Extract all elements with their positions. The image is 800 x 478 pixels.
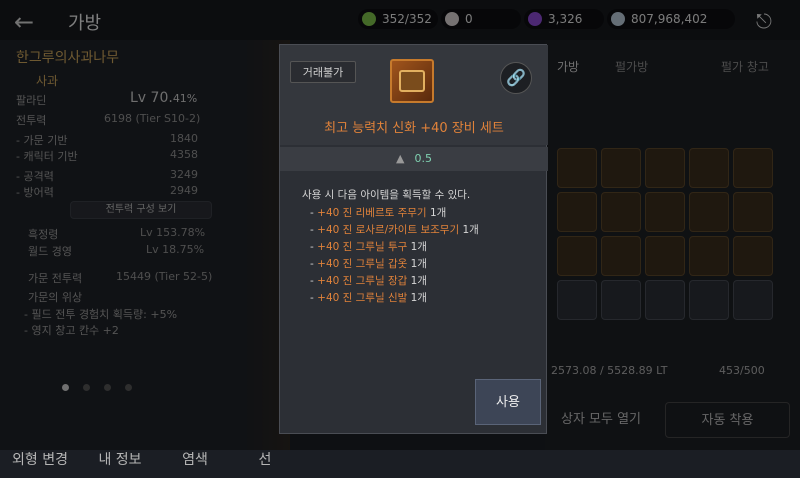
reward-item: - +40 진 리베르토 주무기 1개 bbox=[310, 207, 447, 219]
item-description: 사용 시 다음 아이템을 획득할 수 있다. bbox=[302, 189, 471, 201]
reward-item: - +40 진 그루닐 장갑 1개 bbox=[310, 275, 427, 287]
item-tooltip: 거래불가 🔗 최고 능력치 신화 +40 장비 세트 ▲ 0.5 사용 시 다음 … bbox=[279, 44, 548, 434]
reward-item: - +40 진 그루닐 투구 1개 bbox=[310, 241, 427, 253]
use-button[interactable]: 사용 bbox=[475, 379, 541, 425]
treasure-chest-icon bbox=[390, 59, 434, 103]
untradeable-tag: 거래불가 bbox=[290, 61, 356, 83]
item-name: 최고 능력치 신화 +40 장비 세트 bbox=[324, 121, 504, 136]
item-weight: ▲ 0.5 bbox=[280, 147, 548, 171]
reward-item: - +40 진 그루닐 갑옷 1개 bbox=[310, 258, 427, 270]
weight-icon: ▲ bbox=[396, 152, 405, 165]
reward-item: - +40 진 그루닐 신발 1개 bbox=[310, 292, 427, 304]
reward-item: - +40 진 로사르/카이트 보조무기 1개 bbox=[310, 224, 479, 236]
link-icon[interactable]: 🔗 bbox=[500, 62, 532, 94]
